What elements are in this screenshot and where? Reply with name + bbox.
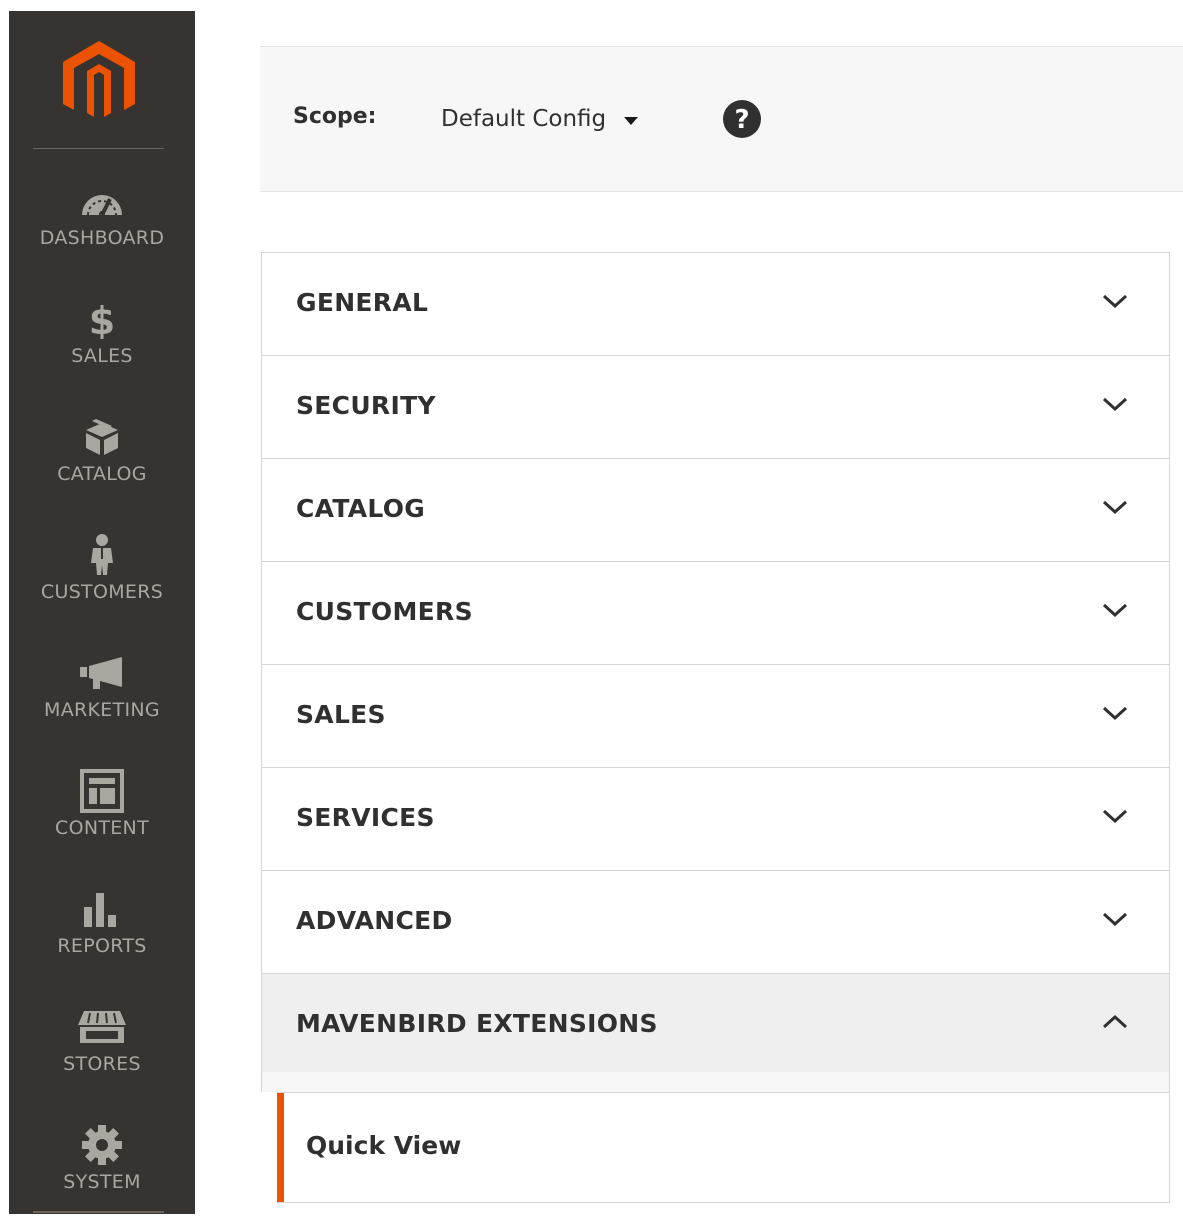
svg-text:$: $ xyxy=(89,299,115,339)
scope-switcher-bar: Scope: Default Config ? xyxy=(260,46,1183,192)
chevron-down-icon xyxy=(1102,500,1128,515)
scope-label: Scope: xyxy=(293,104,377,129)
nav-label: CONTENT xyxy=(55,817,149,839)
chevron-down-icon xyxy=(1102,912,1128,927)
megaphone-icon xyxy=(76,651,128,695)
nav-label: CUSTOMERS xyxy=(40,581,164,603)
chevron-down-icon xyxy=(1102,809,1128,824)
sidebar-divider xyxy=(33,1211,164,1213)
active-indicator xyxy=(277,1093,284,1202)
section-security[interactable]: SECURITY xyxy=(262,356,1169,459)
section-services[interactable]: SERVICES xyxy=(262,768,1169,871)
nav-customers[interactable]: CUSTOMERS xyxy=(9,533,195,633)
nav-sales[interactable]: $ SALES xyxy=(9,297,195,397)
nav-marketing[interactable]: MARKETING xyxy=(9,651,195,751)
speedometer-icon xyxy=(76,179,128,223)
section-title: SECURITY xyxy=(296,391,436,420)
nav-label: CATALOG xyxy=(57,463,147,485)
section-general[interactable]: GENERAL xyxy=(262,253,1169,356)
section-title: MAVENBIRD EXTENSIONS xyxy=(296,1009,658,1038)
section-title: CATALOG xyxy=(296,494,426,523)
person-icon xyxy=(76,533,128,577)
section-mavenbird-extensions[interactable]: MAVENBIRD EXTENSIONS xyxy=(262,974,1169,1076)
storefront-icon xyxy=(76,1005,128,1049)
section-title: SERVICES xyxy=(296,803,435,832)
scope-value: Default Config xyxy=(441,106,607,132)
nav-dashboard[interactable]: DASHBOARD xyxy=(9,179,195,279)
nav-reports[interactable]: REPORTS xyxy=(9,887,195,987)
section-title: CUSTOMERS xyxy=(296,597,473,626)
admin-sidebar: DASHBOARD $ SALES CATALOG CUSTOMERS MARK… xyxy=(9,11,195,1214)
layout-icon xyxy=(76,769,128,813)
chevron-down-icon xyxy=(1102,706,1128,721)
submenu-spacer xyxy=(261,1072,1170,1092)
nav-label: STORES xyxy=(63,1053,141,1075)
config-sections-list: GENERAL SECURITY CATALOG CUSTOMERS SALES… xyxy=(261,252,1170,1076)
section-sales[interactable]: SALES xyxy=(262,665,1169,768)
scope-dropdown[interactable]: Default Config xyxy=(441,102,639,136)
dollar-icon: $ xyxy=(76,297,128,341)
section-title: ADVANCED xyxy=(296,906,453,935)
section-customers[interactable]: CUSTOMERS xyxy=(262,562,1169,665)
magento-logo[interactable] xyxy=(59,37,139,129)
submenu-item-quick-view[interactable]: Quick View xyxy=(277,1092,1170,1203)
nav-content[interactable]: CONTENT xyxy=(9,769,195,869)
section-title: SALES xyxy=(296,700,386,729)
chevron-up-icon xyxy=(1102,1014,1128,1029)
svg-text:?: ? xyxy=(734,105,749,135)
section-catalog[interactable]: CATALOG xyxy=(262,459,1169,562)
gear-icon xyxy=(76,1123,128,1167)
bar-chart-icon xyxy=(76,887,128,931)
caret-down-icon xyxy=(624,117,639,125)
box-icon xyxy=(76,415,128,459)
section-title: GENERAL xyxy=(296,288,429,317)
nav-label: REPORTS xyxy=(57,935,147,957)
nav-label: MARKETING xyxy=(44,699,160,721)
logo-divider xyxy=(33,148,164,149)
nav-catalog[interactable]: CATALOG xyxy=(9,415,195,515)
chevron-down-icon xyxy=(1102,603,1128,618)
nav-stores[interactable]: STORES xyxy=(9,1005,195,1105)
nav-system[interactable]: SYSTEM xyxy=(9,1123,195,1223)
submenu-item-label: Quick View xyxy=(306,1131,462,1160)
section-advanced[interactable]: ADVANCED xyxy=(262,871,1169,974)
nav-label: SYSTEM xyxy=(63,1171,141,1193)
chevron-down-icon xyxy=(1102,294,1128,309)
question-circle-icon[interactable]: ? xyxy=(719,99,765,139)
nav-label: SALES xyxy=(71,345,133,367)
chevron-down-icon xyxy=(1102,397,1128,412)
nav-label: DASHBOARD xyxy=(39,227,165,249)
